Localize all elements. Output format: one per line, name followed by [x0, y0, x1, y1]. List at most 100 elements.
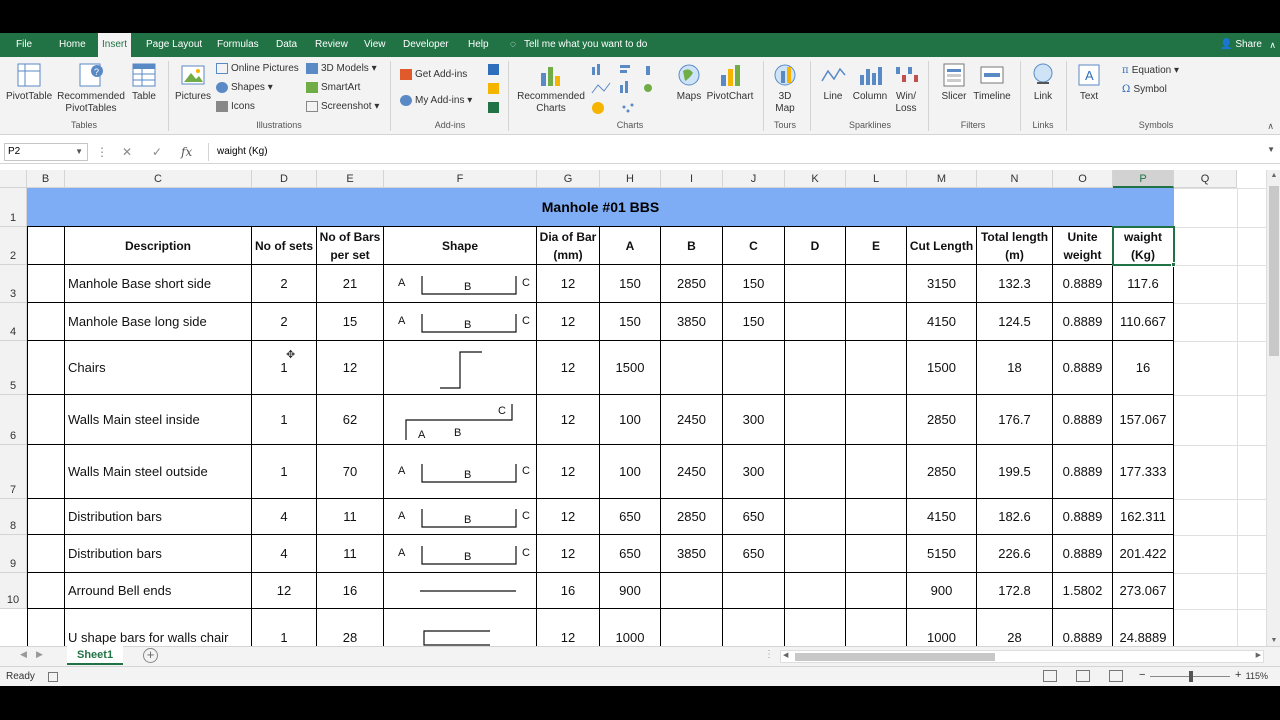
vertical-scroll-thumb[interactable]	[1269, 186, 1279, 356]
cell-b[interactable]	[27, 609, 65, 646]
cell-bars[interactable]: 11	[317, 535, 384, 573]
scroll-up-icon[interactable]: ▲	[1267, 172, 1280, 179]
insert-function-icon[interactable]: fx	[181, 143, 192, 161]
cell-unit[interactable]: 0.8889	[1053, 535, 1113, 573]
cell-b[interactable]	[27, 535, 65, 573]
cell-weight[interactable]: 16	[1113, 341, 1174, 395]
cell-sets[interactable]: 2	[252, 265, 317, 303]
3d-map-button[interactable]: 3D Map	[768, 61, 802, 115]
screenshot-button[interactable]: Screenshot ▾	[306, 99, 379, 115]
ribbon-tab-home[interactable]: Home	[55, 33, 90, 57]
cell-cut[interactable]: 2850	[907, 445, 977, 499]
ribbon-tab-review[interactable]: Review	[311, 33, 352, 57]
cell-bars[interactable]: 28	[317, 609, 384, 646]
shape-cell[interactable]: A B C	[384, 265, 537, 303]
column-header-f[interactable]: F	[384, 170, 537, 188]
enter-icon[interactable]: ✓	[152, 143, 162, 161]
sparkline-line-button[interactable]: Line	[816, 61, 850, 103]
cell-b[interactable]	[27, 445, 65, 499]
column-header-m[interactable]: M	[907, 170, 977, 188]
cell-dia[interactable]: 12	[537, 609, 600, 646]
cell-desc[interactable]: Manhole Base short side	[65, 265, 252, 303]
row-header-6[interactable]: 6	[0, 395, 27, 445]
cell-bars[interactable]: 15	[317, 303, 384, 341]
cell-b[interactable]	[27, 341, 65, 395]
column-header-j[interactable]: J	[723, 170, 785, 188]
header-cell[interactable]: Dia of Bar (mm)	[537, 227, 600, 265]
cell-e[interactable]	[846, 265, 907, 303]
cell-unit[interactable]: 0.8889	[1053, 499, 1113, 535]
shape-cell[interactable]	[384, 609, 537, 646]
icons-button[interactable]: Icons	[216, 99, 255, 115]
scroll-down-icon[interactable]: ▼	[1267, 637, 1280, 644]
header-cell[interactable]: B	[661, 227, 723, 265]
shape-cell[interactable]: A B C	[384, 395, 537, 445]
cell-desc[interactable]: Chairs	[65, 341, 252, 395]
3d-models-button[interactable]: 3D Models ▾	[306, 61, 377, 77]
cell-d[interactable]	[785, 445, 846, 499]
cell-dia[interactable]: 12	[537, 395, 600, 445]
cell-c[interactable]: 150	[723, 303, 785, 341]
column-header-p[interactable]: P	[1113, 170, 1174, 188]
shape-cell[interactable]: A B C	[384, 499, 537, 535]
cell-dia[interactable]: 16	[537, 573, 600, 609]
cell-e[interactable]	[846, 445, 907, 499]
cell-c[interactable]: 150	[723, 265, 785, 303]
cell-unit[interactable]: 0.8889	[1053, 395, 1113, 445]
cell-total[interactable]: 132.3	[977, 265, 1053, 303]
cell-e[interactable]	[846, 499, 907, 535]
cell-bars[interactable]: 21	[317, 265, 384, 303]
cell-b[interactable]	[661, 341, 723, 395]
vertical-scrollbar[interactable]: ▲ ▼	[1266, 170, 1280, 646]
cancel-icon[interactable]: ✕	[122, 143, 132, 161]
cell-b[interactable]: 2850	[661, 499, 723, 535]
cell-desc[interactable]: Walls Main steel outside	[65, 445, 252, 499]
cell-unit[interactable]: 0.8889	[1053, 341, 1113, 395]
symbol-button[interactable]: Ω Symbol	[1122, 82, 1167, 98]
cell-dia[interactable]: 12	[537, 265, 600, 303]
slicer-button[interactable]: Slicer	[936, 61, 972, 103]
cell-c[interactable]	[723, 573, 785, 609]
cell-d[interactable]	[785, 535, 846, 573]
zoom-slider-knob[interactable]	[1189, 671, 1193, 682]
cell-cut[interactable]: 4150	[907, 303, 977, 341]
cell-weight[interactable]: 24.8889	[1113, 609, 1174, 646]
cell-dia[interactable]: 12	[537, 535, 600, 573]
cell-unit[interactable]: 0.8889	[1053, 265, 1113, 303]
column-header-b[interactable]: B	[27, 170, 65, 188]
cell-a[interactable]: 1500	[600, 341, 661, 395]
cell-unit[interactable]: 0.8889	[1053, 445, 1113, 499]
shape-cell[interactable]: A B C	[384, 445, 537, 499]
cell-b[interactable]	[27, 303, 65, 341]
column-header-h[interactable]: H	[600, 170, 661, 188]
cell-desc[interactable]: Manhole Base long side	[65, 303, 252, 341]
macro-record-icon[interactable]	[48, 672, 58, 682]
cell-total[interactable]: 18	[977, 341, 1053, 395]
header-cell[interactable]: No of sets	[252, 227, 317, 265]
cell-unit[interactable]: 1.5802	[1053, 573, 1113, 609]
cell-a[interactable]: 650	[600, 499, 661, 535]
header-cell[interactable]: Description	[65, 227, 252, 265]
cell-weight[interactable]: 157.067	[1113, 395, 1174, 445]
cell-sets[interactable]: 1	[252, 395, 317, 445]
column-header-i[interactable]: I	[661, 170, 723, 188]
ribbon-tab-developer[interactable]: Developer	[399, 33, 453, 57]
cell-sets[interactable]: 12	[252, 573, 317, 609]
cell-sets[interactable]: 4	[252, 499, 317, 535]
cell-b[interactable]	[27, 395, 65, 445]
zoom-out-icon[interactable]: −	[1139, 669, 1145, 681]
online-pictures-button[interactable]: Online Pictures	[216, 61, 299, 77]
ribbon-tab-insert[interactable]: Insert	[98, 33, 132, 57]
cell-bars[interactable]: 16	[317, 573, 384, 609]
cell-d[interactable]	[785, 341, 846, 395]
cell-e[interactable]	[846, 535, 907, 573]
sheet-tab-sheet1[interactable]: Sheet1	[67, 646, 124, 665]
tell-me-search[interactable]: ◌ Tell me what you want to do	[510, 33, 647, 57]
cell-a[interactable]: 100	[600, 445, 661, 499]
column-header-o[interactable]: O	[1053, 170, 1113, 188]
cell-e[interactable]	[846, 609, 907, 646]
header-cell[interactable]: Cut Length	[907, 227, 977, 265]
cell-weight[interactable]: 117.6	[1113, 265, 1174, 303]
cell-total[interactable]: 28	[977, 609, 1053, 646]
name-box[interactable]: P2 ▼	[4, 143, 88, 161]
